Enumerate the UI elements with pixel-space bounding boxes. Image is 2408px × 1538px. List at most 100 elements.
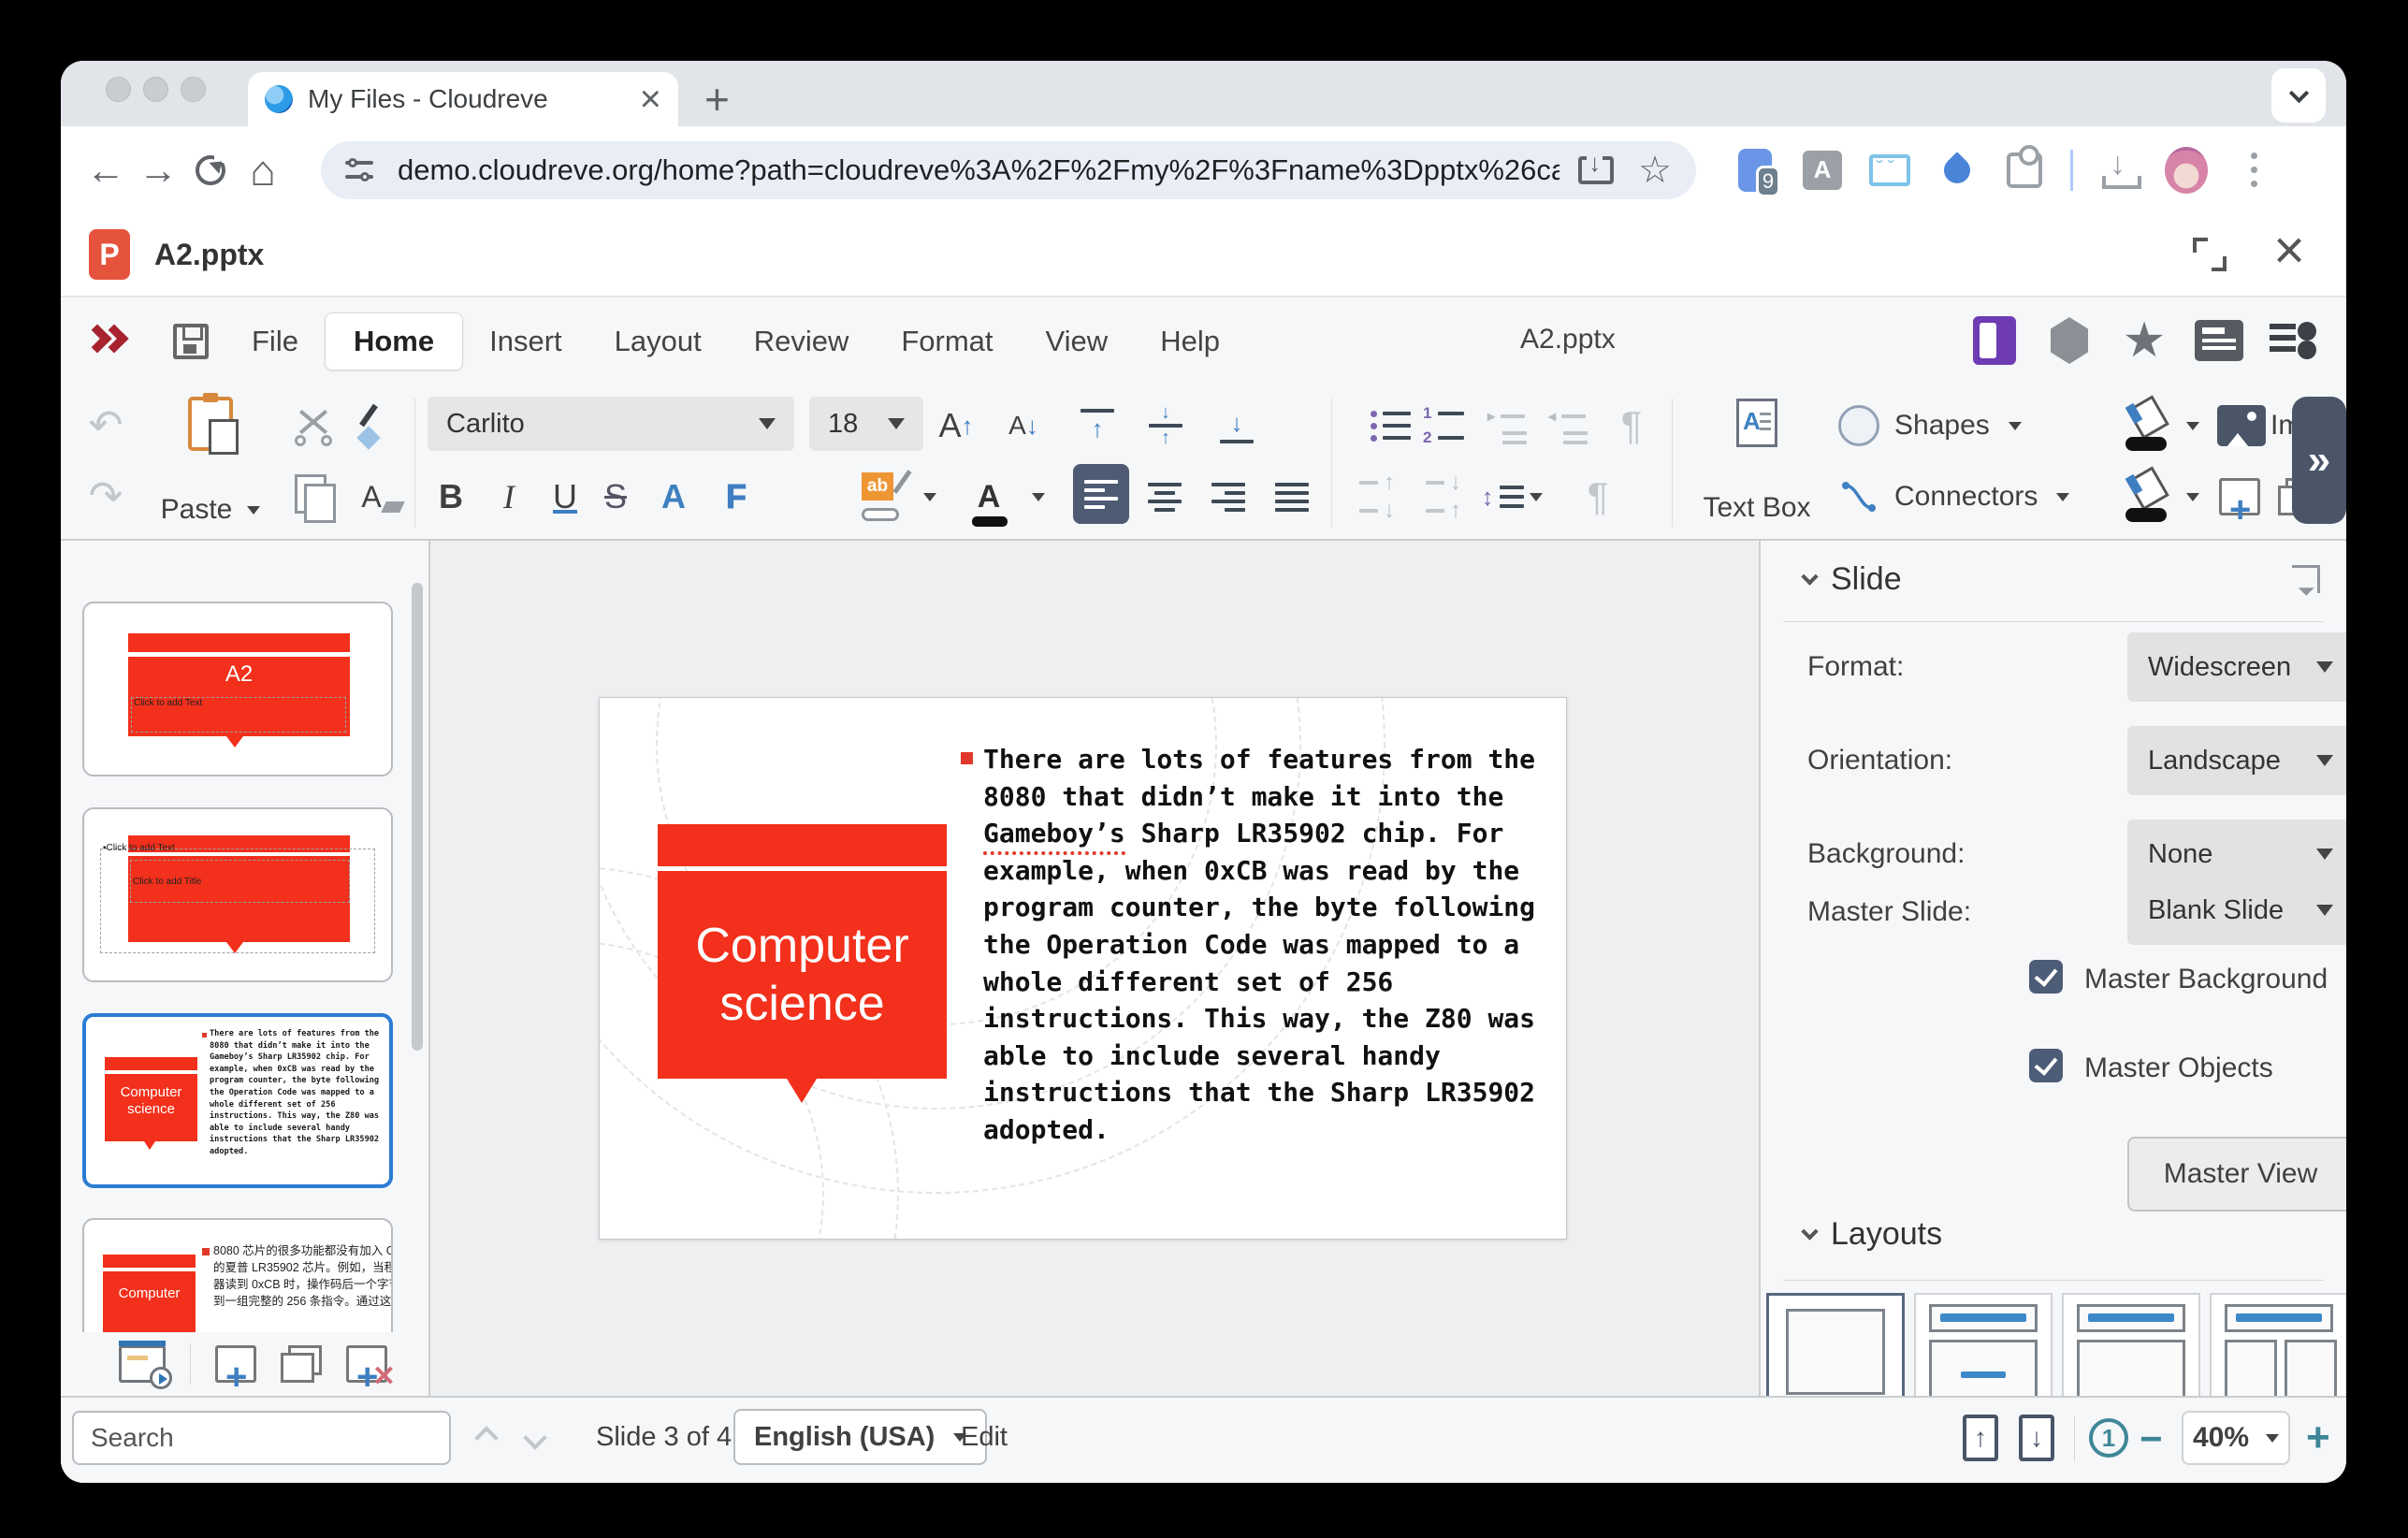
- language-select[interactable]: English (USA): [733, 1409, 987, 1465]
- save-icon[interactable]: [173, 324, 209, 359]
- slide-body-text[interactable]: There are lots of features from the 8080…: [983, 741, 1535, 1149]
- copy-button[interactable]: [285, 464, 341, 530]
- menu-format[interactable]: Format: [875, 312, 1019, 371]
- menu-view[interactable]: View: [1020, 312, 1135, 371]
- zoom-in-button[interactable]: +: [2306, 1415, 2330, 1461]
- zoom-100-button[interactable]: 1: [2089, 1418, 2128, 1458]
- decrease-indent-button[interactable]: ◂: [1539, 393, 1597, 458]
- master-objects-checkbox[interactable]: [2029, 1049, 2063, 1082]
- format-painter-button[interactable]: [343, 393, 399, 458]
- fullscreen-icon[interactable]: [2193, 238, 2227, 271]
- url-bar[interactable]: demo.cloudreve.org/home?path=cloudreve%3…: [321, 141, 1696, 199]
- fill-color-button[interactable]: [2115, 464, 2177, 530]
- slide-section-header[interactable]: Slide: [1804, 561, 1902, 598]
- menu-home[interactable]: Home: [325, 312, 463, 370]
- align-center-button[interactable]: [1137, 464, 1193, 530]
- align-right-button[interactable]: [1200, 464, 1256, 530]
- undo-button[interactable]: ↶: [80, 393, 132, 458]
- shapes-button[interactable]: Shapes: [1894, 393, 2082, 458]
- thumbnail-scrollbar[interactable]: [412, 583, 423, 1051]
- forward-icon[interactable]: →: [132, 148, 184, 193]
- cut-button[interactable]: [285, 393, 341, 458]
- spellcheck-button[interactable]: [2045, 316, 2094, 365]
- grow-font-button[interactable]: A↑: [929, 393, 983, 458]
- fit-slide-button[interactable]: ↑: [1963, 1415, 1998, 1461]
- favorites-button[interactable]: ★: [2120, 316, 2169, 365]
- font-effects-button[interactable]: F: [708, 464, 764, 530]
- browser-tab[interactable]: My Files - Cloudreve ×: [248, 72, 678, 126]
- align-bottom-button[interactable]: ↓: [1208, 393, 1266, 458]
- thumbnail-slide-1[interactable]: A2 Click to add Text: [82, 602, 393, 776]
- new-slide-button[interactable]: [215, 1345, 256, 1383]
- move-up-button[interactable]: ↑ ↓: [1348, 464, 1406, 530]
- justify-button[interactable]: [1264, 464, 1320, 530]
- connectors-button[interactable]: Connectors: [1894, 464, 2119, 530]
- add-slide-button[interactable]: [2211, 464, 2269, 530]
- fit-width-button[interactable]: ↓: [2019, 1415, 2054, 1461]
- menu-review[interactable]: Review: [728, 312, 876, 371]
- user-list-button[interactable]: [2270, 316, 2318, 365]
- new-tab-button[interactable]: +: [704, 78, 730, 121]
- layouts-section-header[interactable]: Layouts: [1804, 1216, 1942, 1253]
- install-app-icon[interactable]: [1578, 156, 1614, 184]
- toolbar-expand-button[interactable]: »: [2292, 397, 2346, 524]
- browser-menu-button[interactable]: [2232, 149, 2275, 192]
- delete-slide-button[interactable]: ✕: [346, 1345, 387, 1383]
- layout-blank[interactable]: [1766, 1293, 1905, 1396]
- font-size-select[interactable]: 18: [809, 397, 923, 451]
- extension-tv-icon[interactable]: [1868, 149, 1911, 192]
- fill-color-dropdown[interactable]: [2177, 464, 2203, 530]
- align-top-button[interactable]: ↑: [1068, 393, 1126, 458]
- italic-button[interactable]: I: [484, 464, 534, 530]
- title-shape[interactable]: Computer science: [658, 871, 947, 1079]
- paragraph-direction-button[interactable]: ¶: [1603, 393, 1661, 458]
- extension-phone-icon[interactable]: 9: [1733, 149, 1777, 192]
- connectors-icon-button[interactable]: [1831, 464, 1887, 530]
- paragraph-settings-button[interactable]: ¶: [1569, 464, 1627, 530]
- master-slide-select[interactable]: Blank Slide: [2127, 876, 2346, 945]
- increase-indent-button[interactable]: ▸: [1478, 393, 1536, 458]
- layout-title-content[interactable]: [1914, 1293, 2053, 1396]
- tab-search-button[interactable]: [2271, 68, 2326, 123]
- bookmark-star-icon[interactable]: ☆: [1638, 149, 1672, 192]
- layout-title-only[interactable]: [2062, 1293, 2200, 1396]
- text-box-button[interactable]: Text Box: [1696, 393, 1818, 530]
- search-input[interactable]: [72, 1411, 451, 1465]
- shapes-icon-button[interactable]: [1831, 393, 1887, 458]
- image-button[interactable]: [2211, 393, 2272, 458]
- menu-insert[interactable]: Insert: [463, 312, 588, 371]
- align-left-button[interactable]: [1073, 464, 1129, 524]
- layout-two-content[interactable]: [2210, 1293, 2346, 1396]
- numbered-list-button[interactable]: 1 2: [1414, 393, 1472, 458]
- downloads-button[interactable]: [2097, 149, 2140, 192]
- line-spacing-button[interactable]: ↕: [1475, 464, 1548, 530]
- tab-close-icon[interactable]: ×: [640, 80, 661, 118]
- superscript-button[interactable]: A: [648, 464, 699, 530]
- site-settings-icon[interactable]: [345, 154, 377, 186]
- paste-button[interactable]: Paste: [154, 393, 267, 530]
- close-viewer-icon[interactable]: ×: [2273, 219, 2305, 282]
- home-icon[interactable]: ⌂: [237, 145, 289, 196]
- url-text[interactable]: demo.cloudreve.org/home?path=cloudreve%3…: [398, 153, 1559, 187]
- expand-panel-icon[interactable]: [2292, 565, 2320, 593]
- menu-help[interactable]: Help: [1134, 312, 1246, 371]
- redo-button[interactable]: ↷: [80, 464, 132, 530]
- thumbnail-slide-2[interactable]: ▪Click to add Text Click to add Title: [82, 807, 393, 982]
- title-shape-top-bar[interactable]: [658, 824, 947, 866]
- highlight-dropdown[interactable]: [914, 464, 940, 530]
- reload-icon[interactable]: [196, 155, 225, 185]
- shrink-font-button[interactable]: A↓: [996, 393, 1051, 458]
- highlight-color-button[interactable]: ab: [851, 464, 913, 530]
- extensions-puzzle-icon[interactable]: [2003, 149, 2046, 192]
- find-next-icon[interactable]: [523, 1426, 546, 1449]
- profile-avatar[interactable]: [2165, 149, 2208, 192]
- font-name-select[interactable]: Carlito: [428, 397, 794, 451]
- theme-toggle-button[interactable]: [1970, 316, 2019, 365]
- thumbnail-slide-3[interactable]: Computer science There are lots of featu…: [82, 1013, 393, 1188]
- back-icon[interactable]: ←: [80, 148, 132, 193]
- traffic-zoom-button[interactable]: [181, 77, 206, 102]
- line-color-button[interactable]: [2115, 393, 2177, 458]
- print-button[interactable]: [2195, 316, 2243, 365]
- find-previous-icon[interactable]: [474, 1426, 498, 1449]
- slide-page[interactable]: Computer science There are lots of featu…: [599, 697, 1567, 1240]
